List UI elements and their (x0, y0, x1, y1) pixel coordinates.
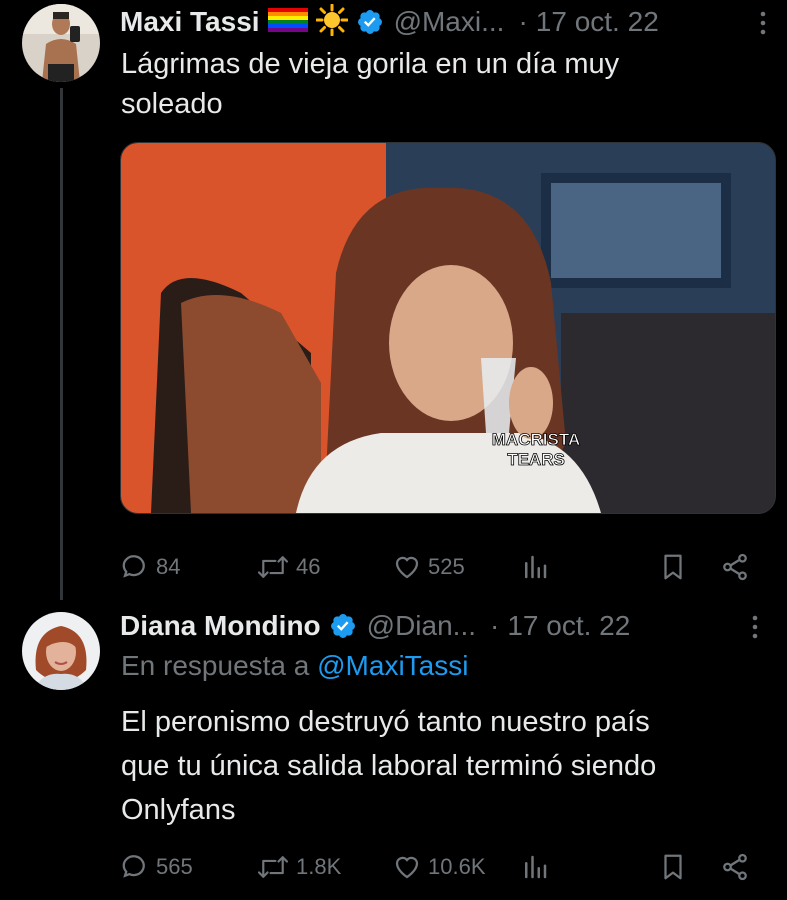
share-icon (723, 853, 747, 881)
tweet-actions-bar: 84 46 525 (120, 548, 760, 588)
reply-count: 84 (156, 554, 181, 579)
share-icon (723, 553, 747, 581)
tweet-text-line: Onlyfans (121, 794, 236, 826)
retweet-icon (257, 556, 289, 578)
tweet-header: Maxi Tassi @Maxi... · 17 oct. 22 (120, 2, 659, 42)
like-count: 525 (428, 554, 465, 579)
media-caption-line: MACRISTA (492, 430, 580, 449)
tweet-maxi-tassi[interactable]: Maxi Tassi @Maxi... · 17 oct. 22 Lágrima… (0, 0, 787, 600)
reply-button[interactable]: 84 (120, 552, 180, 582)
more-icon[interactable] (748, 8, 778, 38)
tweet-diana-mondino[interactable]: Diana Mondino @Dian... · 17 oct. 22 En r… (0, 600, 787, 900)
like-button[interactable]: 525 (392, 552, 465, 582)
bookmark-button[interactable] (658, 852, 694, 882)
bookmark-icon (664, 554, 682, 580)
tweet-text-line: Lágrimas de vieja gorila en un día muy (121, 48, 620, 80)
tweet-text: El peronismo destruyó tanto nuestro país… (121, 700, 771, 832)
user-handle[interactable]: @Maxi... (394, 6, 505, 38)
tweet-header: Diana Mondino @Dian... · 17 oct. 22 (120, 606, 630, 646)
tweet-date[interactable]: 17 oct. 22 (536, 6, 659, 38)
retweet-icon (257, 856, 289, 878)
separator-dot: · (490, 610, 500, 641)
like-icon (395, 556, 419, 579)
separator-dot: · (518, 6, 528, 37)
replying-to: En respuesta a @MaxiTassi (121, 650, 468, 682)
display-name[interactable]: Diana Mondino (120, 610, 321, 642)
tweet-text: Lágrimas de vieja gorila en un día muy s… (121, 44, 771, 124)
sun-icon (315, 3, 349, 41)
retweet-count: 46 (296, 554, 321, 579)
share-button[interactable] (720, 552, 756, 582)
verified-badge-icon (330, 614, 355, 638)
reply-count: 565 (156, 854, 193, 879)
tweet-text-line: que tu única salida laboral terminó sien… (121, 750, 657, 782)
media-caption-line: TEARS (507, 450, 565, 469)
reply-icon (122, 555, 145, 578)
tweet-media-image[interactable]: MACRISTA TEARS (120, 142, 776, 514)
verified-badge-icon (357, 10, 382, 34)
views-button[interactable] (520, 852, 556, 882)
replying-prefix: En respuesta a (121, 650, 310, 681)
share-button[interactable] (720, 852, 756, 882)
retweet-count: 1.8K (296, 854, 342, 879)
bookmark-button[interactable] (658, 552, 694, 582)
retweet-button[interactable]: 46 (256, 552, 320, 582)
tweet-text-line: soleado (121, 88, 223, 120)
more-icon[interactable] (740, 612, 770, 642)
like-count: 10.6K (428, 854, 486, 879)
views-button[interactable] (520, 552, 556, 582)
reply-button[interactable]: 565 (120, 852, 193, 882)
views-icon (525, 855, 547, 879)
reply-icon (122, 855, 145, 878)
like-button[interactable]: 10.6K (392, 852, 486, 882)
tweet-text-line: El peronismo destruyó tanto nuestro país (121, 706, 650, 738)
avatar[interactable] (22, 4, 100, 82)
bookmark-icon (664, 854, 682, 880)
tweet-actions-bar: 565 1.8K 10.6K (120, 848, 760, 888)
avatar[interactable] (22, 612, 100, 690)
rainbow-flag-icon (267, 6, 308, 39)
user-handle[interactable]: @Dian... (367, 610, 476, 642)
display-name[interactable]: Maxi Tassi (120, 6, 260, 38)
replying-mention-link[interactable]: @MaxiTassi (317, 650, 468, 681)
tweet-date[interactable]: 17 oct. 22 (507, 610, 630, 642)
retweet-button[interactable]: 1.8K (256, 852, 341, 882)
views-icon (525, 555, 547, 579)
like-icon (395, 856, 419, 879)
